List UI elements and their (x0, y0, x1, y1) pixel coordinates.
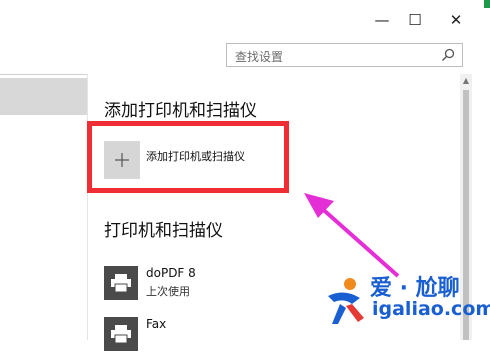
device-name: Fax (146, 317, 167, 331)
device-status: 上次使用 (146, 285, 190, 298)
runner-logo-icon (328, 278, 364, 324)
left-navigation-pane (0, 0, 87, 340)
minimize-button[interactable]: — (366, 8, 398, 32)
list-item-dopdf[interactable]: doPDF 8 上次使用 (104, 266, 304, 306)
red-highlight-box (87, 121, 289, 193)
search-icon[interactable] (440, 47, 456, 63)
maximize-button[interactable]: ☐ (399, 8, 431, 32)
close-button[interactable]: ✕ (440, 8, 472, 32)
list-item-fax[interactable]: Fax (104, 317, 304, 357)
maximize-icon: ☐ (408, 11, 422, 29)
title-bar: — ☐ ✕ (0, 0, 490, 44)
pane-divider-horizontal (0, 74, 87, 75)
watermark-url: igaliao.com (372, 298, 490, 320)
search-input[interactable]: 查找设置 (226, 43, 463, 67)
device-name: doPDF 8 (146, 266, 196, 280)
printer-icon (104, 266, 138, 300)
printer-icon (104, 317, 138, 351)
scroll-up-icon[interactable]: ▲ (460, 74, 472, 86)
background-window-edge (484, 0, 490, 8)
watermark: 爱 · 尬聊 igaliao.com (322, 268, 490, 340)
minimize-icon: — (374, 11, 390, 29)
printers-heading: 打印机和扫描仪 (104, 221, 223, 241)
search-placeholder: 查找设置 (235, 50, 284, 64)
pane-divider-vertical (87, 74, 88, 340)
close-icon: ✕ (449, 11, 463, 29)
add-printers-heading: 添加打印机和扫描仪 (104, 101, 257, 121)
nav-item-selected[interactable] (0, 78, 87, 115)
